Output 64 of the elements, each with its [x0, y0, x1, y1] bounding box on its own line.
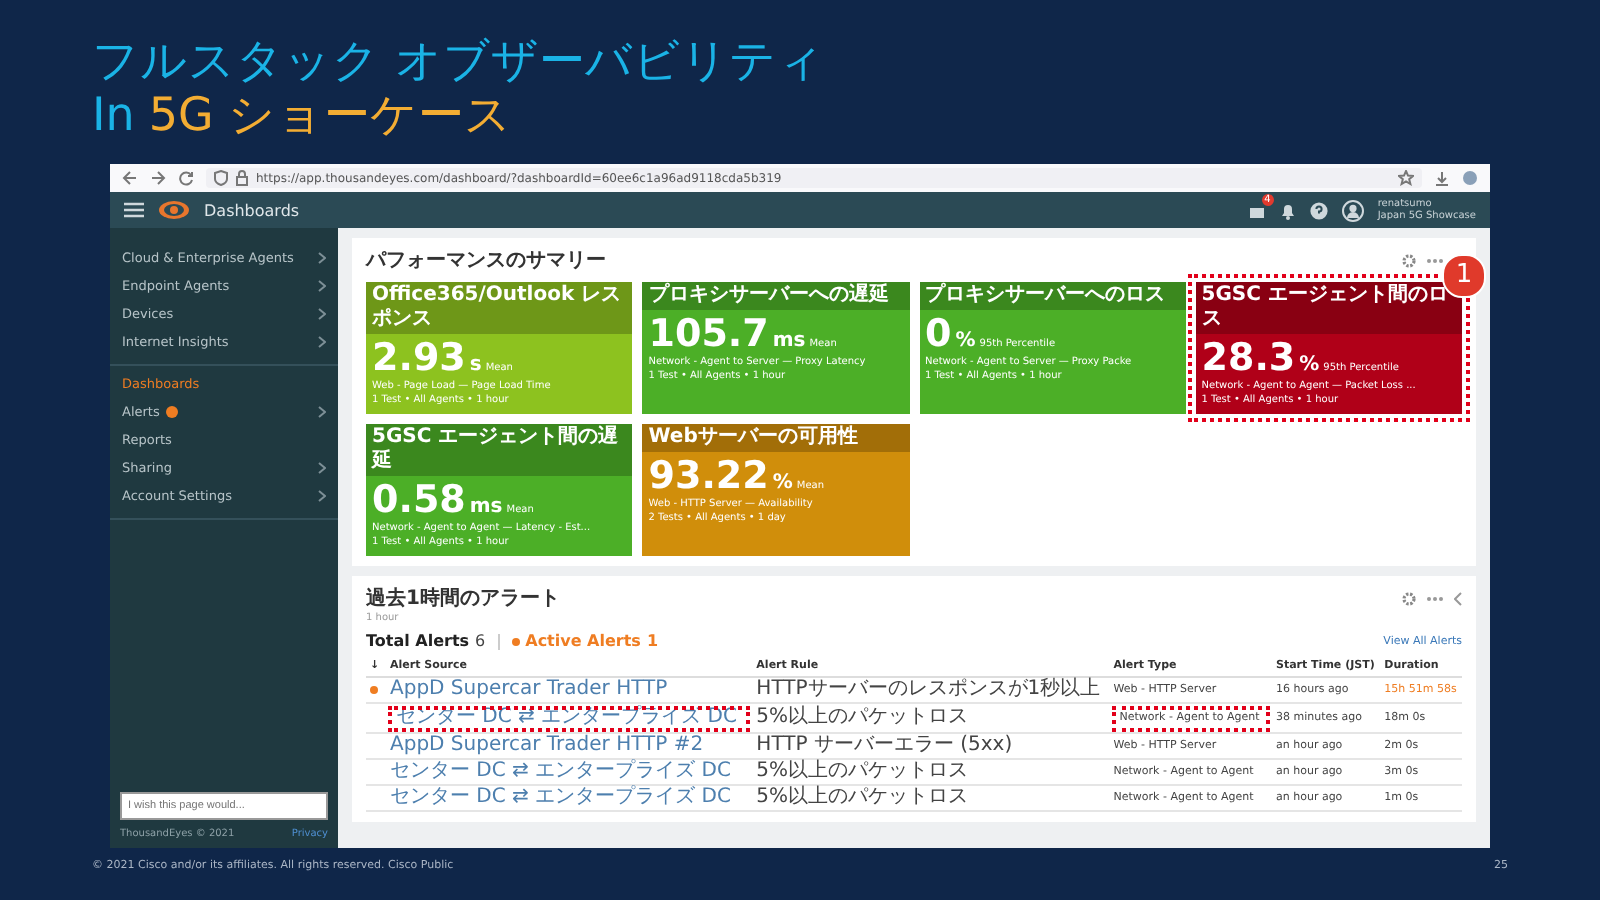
shield-icon: [214, 170, 228, 186]
slide-subtitle-lead: In: [92, 90, 135, 144]
chevron-right-icon: [318, 280, 326, 292]
more-icon[interactable]: [1426, 257, 1444, 263]
slide-title: フルスタック オブザーバビリティ: [92, 36, 827, 90]
total-alerts-label: Total Alerts: [366, 632, 470, 650]
chevron-right-icon: [318, 462, 326, 474]
forward-icon[interactable]: [150, 170, 166, 186]
bell-icon[interactable]: [1279, 201, 1296, 219]
gear-icon[interactable]: [1402, 591, 1416, 605]
tile-title: プロキシサーバーへの遅延: [642, 282, 909, 310]
alert-source-link[interactable]: AppD Supercar Trader HTTP: [386, 677, 753, 703]
reload-icon[interactable]: [178, 170, 194, 186]
chevron-right-icon: [318, 308, 326, 320]
gear-icon[interactable]: [1402, 253, 1416, 267]
lock-icon: [236, 170, 248, 186]
alert-source-link[interactable]: AppD Supercar Trader HTTP #2: [386, 733, 753, 759]
chevron-right-icon: [318, 336, 326, 348]
chevron-right-icon: [318, 406, 326, 418]
metric-value: 0.58: [372, 478, 466, 522]
download-icon[interactable]: [1434, 170, 1450, 186]
tile-title: プロキシサーバーへのロス: [919, 282, 1186, 310]
chevron-right-icon: [318, 490, 326, 502]
table-cell: 5%以上のパケットロス: [752, 785, 1110, 811]
help-icon[interactable]: [1309, 201, 1328, 219]
metric-unit: %: [772, 472, 793, 494]
metric-unit: %: [955, 330, 976, 352]
metric-value: 105.7: [648, 312, 769, 356]
table-cell: 5%以上のパケットロス: [752, 703, 1110, 733]
back-icon[interactable]: [122, 170, 138, 186]
more-icon[interactable]: [1426, 595, 1444, 601]
metric-unit: %: [1299, 354, 1320, 376]
tile-title: 5GSC エージェント間のロス: [1195, 282, 1462, 334]
tile-title: Office365/Outlook レスポンス: [366, 282, 633, 334]
panel-title: 過去1時間のアラート: [366, 585, 560, 612]
page-title: Dashboards: [204, 201, 300, 219]
metric-value: 0: [925, 312, 952, 356]
metric-value: 28.3: [1201, 336, 1296, 380]
star-icon[interactable]: [1398, 170, 1414, 186]
metric-unit: ms: [772, 330, 806, 352]
metric-value: 2.93: [372, 336, 466, 380]
collapse-icon[interactable]: [1454, 591, 1462, 605]
table-cell: HTTPサーバーのレスポンスが1秒以上: [752, 677, 1110, 703]
user-avatar-icon[interactable]: [1341, 199, 1364, 221]
eye-logo-icon: [158, 200, 190, 220]
tile-title: Webサーバーの可用性: [642, 424, 909, 452]
total-alerts-count: 6: [475, 632, 486, 650]
active-alerts-count: 1: [646, 632, 659, 650]
chevron-right-icon: [318, 252, 326, 264]
metric-unit: s: [469, 354, 482, 376]
menu-icon[interactable]: [124, 202, 144, 218]
callout-number: 1: [1442, 254, 1486, 298]
alert-source-link[interactable]: センター DC ⇄ エンタープライズ DC: [386, 759, 753, 785]
profile-icon[interactable]: [1462, 170, 1478, 186]
alert-source-link[interactable]: センター DC ⇄ エンタープライズ DC: [386, 785, 753, 811]
tile-title: 5GSC エージェント間の遅延: [366, 424, 633, 476]
slide-subtitle: 5G ショーケース: [148, 90, 513, 144]
panel-title: パフォーマンスのサマリー: [366, 248, 606, 274]
active-dot-icon: [511, 637, 520, 645]
metric-unit: ms: [469, 496, 503, 518]
table-cell: 5%以上のパケットロス: [752, 759, 1110, 785]
table-cell: HTTP サーバーエラー (5xx): [752, 733, 1110, 759]
active-alerts-label: Active Alerts: [525, 632, 641, 650]
metric-value: 93.22: [648, 454, 769, 498]
